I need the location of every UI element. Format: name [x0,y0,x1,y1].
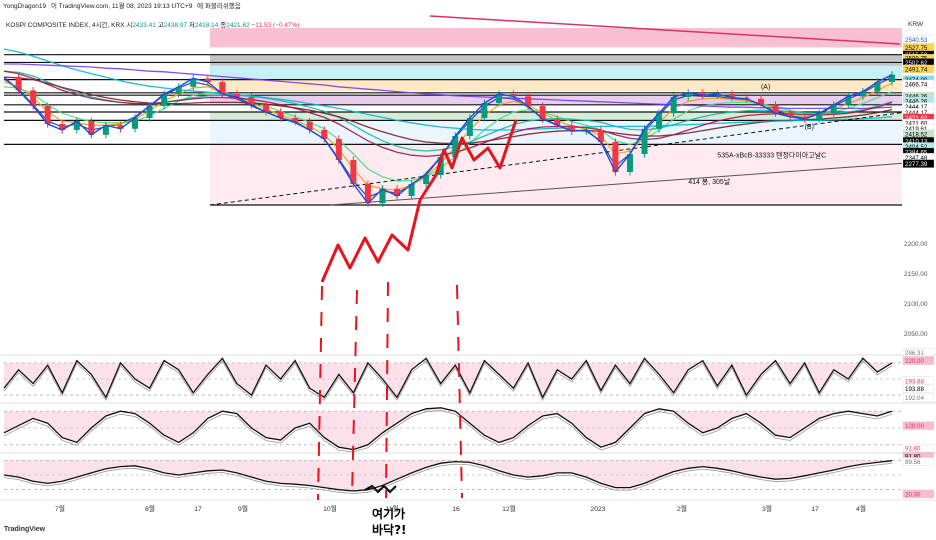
price-tick-0: 2200.00 [904,241,928,248]
logo-text: TradingView [4,526,46,533]
tradingview-logo: TradingView [4,526,45,533]
osc-overbought-fill-1 [4,407,892,450]
price-tag-text-5: 2491.74 [905,66,928,73]
chart-label-1: (B) [805,124,814,131]
osc-tag-text-1-1: 91.80 [905,446,921,453]
chart-label-0: (A) [761,84,770,91]
zone-band-1 [210,47,902,55]
chart-label-3: 535A-xBcB-33333 텐정다이아고날C [717,151,826,160]
zone-band-4 [210,79,902,91]
time-label-7: 12월 [502,504,516,513]
price-tag-text-20: 2277.39 [905,161,928,168]
price-tag-text-0: 2540.53 [905,37,928,44]
osc-tag-text-0-2: 193.88 [905,386,924,393]
zone-band-2 [210,54,902,66]
chart-label-2: 414 봉, 305날 [688,177,731,186]
time-label-10: 3월 [762,504,772,513]
time-label-4: 10월 [323,504,337,513]
osc-tag-text-2-1: 89.56 [905,459,921,466]
zone-band-3 [210,65,902,80]
price-tick-1: 2150.00 [904,271,928,278]
currency-label: KRW [908,21,924,28]
time-label-2: 17 [194,506,202,513]
price-tick-2: 2100.00 [904,301,928,308]
price-tick-3: 2050.00 [904,331,928,338]
osc-tag-text-0-1: 193.88 [905,378,924,385]
osc-tag-text-1-0: 120.00 [905,423,924,430]
time-label-3: 9월 [238,504,248,513]
time-label-12: 4월 [856,504,866,513]
time-label-1: 8월 [145,504,155,513]
osc-tag-text-2-2: 20.00 [905,491,921,498]
price-tag-text-7: 2466.74 [905,81,928,88]
osc-tag-text-0-3: 192.04 [905,395,924,402]
time-label-8: 2023 [590,506,605,513]
handwritten-note-2: 바닥?! [372,522,407,537]
handwritten-note-1: 여기가 [372,506,405,521]
osc-tag-text-0-0: 220.00 [905,358,924,365]
osc-tag-text-0-4: 286.31 [905,350,924,357]
kospi-chart[interactable]: (A) (B) 414 봉, 305날 535A-xBcB-33333 텐정다이아고날… [0,0,936,540]
time-label-0: 7월 [55,504,65,513]
time-label-9: 2월 [677,504,687,513]
time-label-6: 16 [452,506,460,513]
time-label-11: 17 [811,506,819,513]
